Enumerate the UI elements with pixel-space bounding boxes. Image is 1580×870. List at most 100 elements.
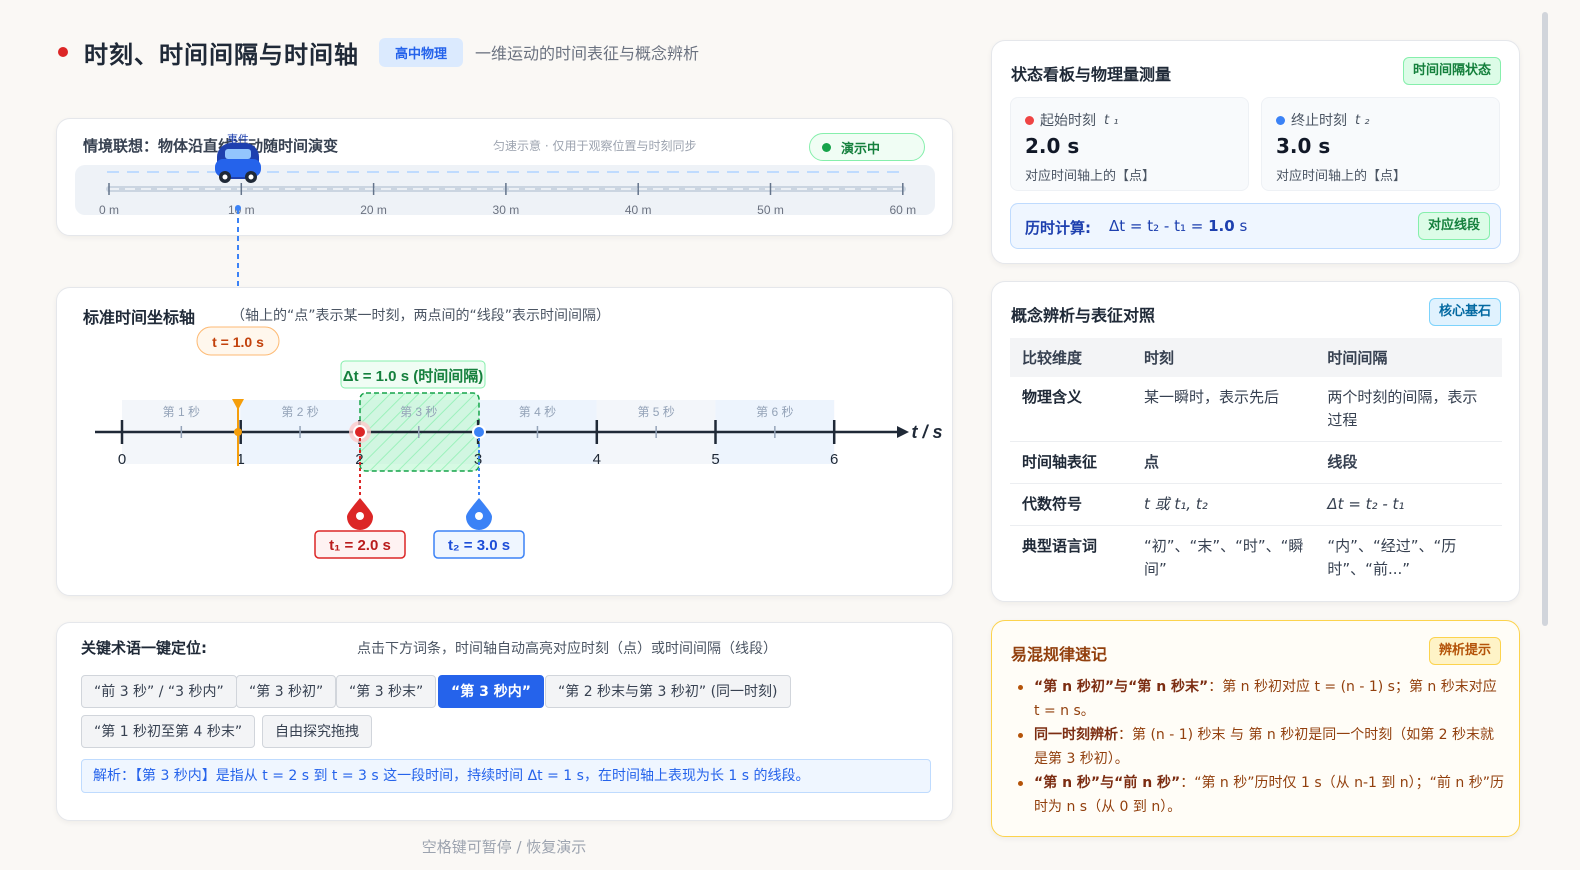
analysis-text: 解析：【第 3 秒内】是指从 t = 2 s 到 t = 3 s 这一段时间，持… <box>81 759 931 793</box>
tips-title: 易混规律速记 <box>1011 645 1108 664</box>
axis-arrow-icon <box>897 426 909 438</box>
table-header: 时刻 <box>1132 338 1316 377</box>
calc-badge: 对应线段 <box>1417 212 1490 240</box>
term-chip-during-3rd-second[interactable]: “第 3 秒内” <box>438 675 544 708</box>
axis-tick-label: 3 <box>474 451 482 468</box>
axis-tick-label: 2 <box>355 451 363 468</box>
second-label: 第 6 秒 <box>756 405 793 419</box>
term-chip-first-3-seconds[interactable]: “前 3 秒” / “3 秒内” <box>81 675 237 708</box>
table-cell: 点 <box>1132 441 1316 484</box>
ruler-label: 40 m <box>625 203 652 217</box>
terms-hint: 点击下方词条，时间轴自动高亮对应时刻（点）或时间间隔（线段） <box>357 641 777 657</box>
term-chip-free-explore[interactable]: 自由探究拖拽 <box>262 715 372 748</box>
status-panel: 状态看板与物理量测量 时间间隔状态 起始时刻 t ₁ 2.0 s 对应时间轴上的【… <box>991 40 1520 264</box>
second-label: 第 2 秒 <box>281 405 318 419</box>
term-chip-1st-to-4th-second[interactable]: “第 1 秒初至第 4 秒末” <box>81 715 256 748</box>
table-cell: 某一瞬时，表示先后 <box>1132 377 1316 442</box>
status-badge: 时间间隔状态 <box>1402 57 1501 85</box>
key-terms-card: 关键术语一键定位: 点击下方词条，时间轴自动高亮对应时刻（点）或时间间隔（线段）… <box>56 622 953 821</box>
list-item: 同一时刻辨析：第 (n - 1) 秒末 与 第 n 秒初是同一个时刻（如第 2 … <box>1018 723 1504 771</box>
start-value: 2.0 s <box>1025 134 1080 158</box>
interval-label: Δt = 1.0 s (时间间隔) <box>343 367 483 385</box>
table-cell: Δt = t₂ - t₁ <box>1315 483 1502 526</box>
page-title: 时刻、时间间隔与时间轴 <box>84 40 359 69</box>
start-time-box: 起始时刻 t ₁ 2.0 s 对应时间轴上的【点】 <box>1010 97 1249 191</box>
table-cell: 代数符号 <box>1010 483 1132 526</box>
table-row: 时间轴表征 点 线段 <box>1010 441 1502 484</box>
t1-label: t₁ = 2.0 s <box>329 537 391 554</box>
cursor-dot <box>234 428 242 436</box>
concept-title: 概念辨析与表征对照 <box>1011 306 1156 325</box>
duration-calc: 历时计算: Δt = t₂ - t₁ = 1.0 s 对应线段 <box>1010 203 1501 249</box>
second-label: 第 4 秒 <box>519 405 556 419</box>
end-dot-icon <box>1276 115 1285 125</box>
concept-table: 比较维度 时刻 时间间隔 物理含义 某一瞬时，表示先后 两个时刻的间隔，表示过程… <box>1010 338 1502 590</box>
list-item: “第 n 秒”与“前 n 秒”：“第 n 秒”历时仅 1 s（从 n-1 到 n… <box>1018 771 1504 819</box>
ruler-label: 60 m <box>889 203 916 217</box>
table-cell: “初”、“末”、“时”、“瞬间” <box>1144 537 1304 578</box>
ruler-label: 0 m <box>99 203 119 217</box>
table-cell: “内”、“经过”、“历时”、“前...” <box>1327 537 1457 578</box>
ruler-label: 50 m <box>757 203 784 217</box>
end-note: 对应时间轴上的【点】 <box>1276 169 1407 184</box>
tips-list: “第 n 秒初”与“第 n 秒末”：第 n 秒初对应 t = (n - 1) s… <box>1018 675 1504 819</box>
table-header: 比较维度 <box>1010 338 1132 377</box>
axis-tick-label: 6 <box>830 451 838 468</box>
page-subtitle: 一维运动的时间表征与概念辨析 <box>475 44 700 63</box>
table-cell: t 或 t₁, t₂ <box>1132 483 1316 526</box>
concept-badge: 核心基石 <box>1428 298 1501 326</box>
ruler-label: 10 m <box>228 203 255 217</box>
table-cell: 物理含义 <box>1010 377 1132 442</box>
concept-panel: 概念辨析与表征对照 核心基石 比较维度 时刻 时间间隔 物理含义 某一瞬时，表示… <box>991 281 1520 602</box>
title-bullet-icon <box>58 47 68 57</box>
table-cell: 时间轴表征 <box>1010 441 1132 484</box>
end-symbol: t ₂ <box>1355 112 1370 128</box>
table-row: 物理含义 某一瞬时，表示先后 两个时刻的间隔，表示过程 <box>1010 377 1502 442</box>
status-title: 状态看板与物理量测量 <box>1011 65 1172 84</box>
page-header: 时刻、时间间隔与时间轴 高中物理 一维运动的时间表征与概念辨析 <box>58 34 699 70</box>
second-label: 第 3 秒 <box>400 405 437 419</box>
axis-tick-label: 0 <box>118 451 126 468</box>
table-header: 时间间隔 <box>1315 338 1502 377</box>
position-marker-dot <box>235 205 241 211</box>
vehicle-tag: 事件 <box>227 133 249 146</box>
sync-connector <box>237 236 239 288</box>
list-item: “第 n 秒初”与“第 n 秒末”：第 n 秒初对应 t = (n - 1) s… <box>1018 675 1504 723</box>
scene-card: 情境联想：物体沿直线运动随时间演变 匀速示意 · 仅用于观察位置与时刻同步 演示… <box>56 118 953 237</box>
table-header-row: 比较维度 时刻 时间间隔 <box>1010 338 1502 377</box>
start-label: 起始时刻 <box>1040 113 1096 129</box>
second-label: 第 5 秒 <box>637 405 674 419</box>
term-chip-same-moment[interactable]: “第 2 秒末与第 3 秒初” (同一时刻) <box>545 675 791 708</box>
end-label: 终止时刻 <box>1291 113 1347 129</box>
ruler-label: 30 m <box>493 203 520 217</box>
end-time-box: 终止时刻 t ₂ 3.0 s 对应时间轴上的【点】 <box>1261 97 1500 191</box>
scene-ruler: 0 m 10 m 20 m 30 m 40 m 50 m 60 m 事件 <box>99 133 916 237</box>
end-value: 3.0 s <box>1276 134 1331 158</box>
table-cell: 线段 <box>1315 441 1502 484</box>
calc-formula: Δt = t₂ - t₁ = 1.0 s <box>1109 217 1248 235</box>
term-chip-start-of-3rd-second[interactable]: “第 3 秒初” <box>236 675 337 708</box>
terms-title: 关键术语一键定位: <box>81 639 207 657</box>
axis-tick-label: 4 <box>593 451 601 468</box>
tips-panel: 易混规律速记 辨析提示 “第 n 秒初”与“第 n 秒末”：第 n 秒初对应 t… <box>991 620 1520 837</box>
page-scrollbar[interactable] <box>1542 12 1548 626</box>
ruler-label: 20 m <box>360 203 387 217</box>
subject-tag: 高中物理 <box>379 37 464 67</box>
calc-label: 历时计算: <box>1025 219 1091 237</box>
table-row: 典型语言词 “初”、“末”、“时”、“瞬间” “内”、“经过”、“历时”、“前.… <box>1010 526 1502 591</box>
start-note: 对应时间轴上的【点】 <box>1025 169 1156 184</box>
axis-tick-label: 5 <box>711 451 719 468</box>
start-symbol: t ₁ <box>1104 112 1119 128</box>
t2-label: t₂ = 3.0 s <box>448 537 510 554</box>
tips-badge: 辨析提示 <box>1428 637 1501 665</box>
second-label: 第 1 秒 <box>163 405 200 419</box>
vehicle-icon: 事件 <box>215 133 261 183</box>
axis-label: t / s <box>911 422 942 442</box>
time-axis-chart[interactable]: t / s 0123456 第 1 秒第 2 秒第 3 秒第 4 秒第 5 秒第… <box>57 288 954 597</box>
table-cell: 典型语言词 <box>1022 537 1098 555</box>
term-chip-end-of-3rd-second[interactable]: “第 3 秒末” <box>336 675 437 708</box>
table-row: 代数符号 t 或 t₁, t₂ Δt = t₂ - t₁ <box>1010 483 1502 526</box>
cursor-label: t = 1.0 s <box>212 334 264 350</box>
keyboard-hint: 空格键可暂停 / 恢复演示 <box>421 838 587 856</box>
table-cell: 两个时刻的间隔，表示过程 <box>1315 377 1502 442</box>
